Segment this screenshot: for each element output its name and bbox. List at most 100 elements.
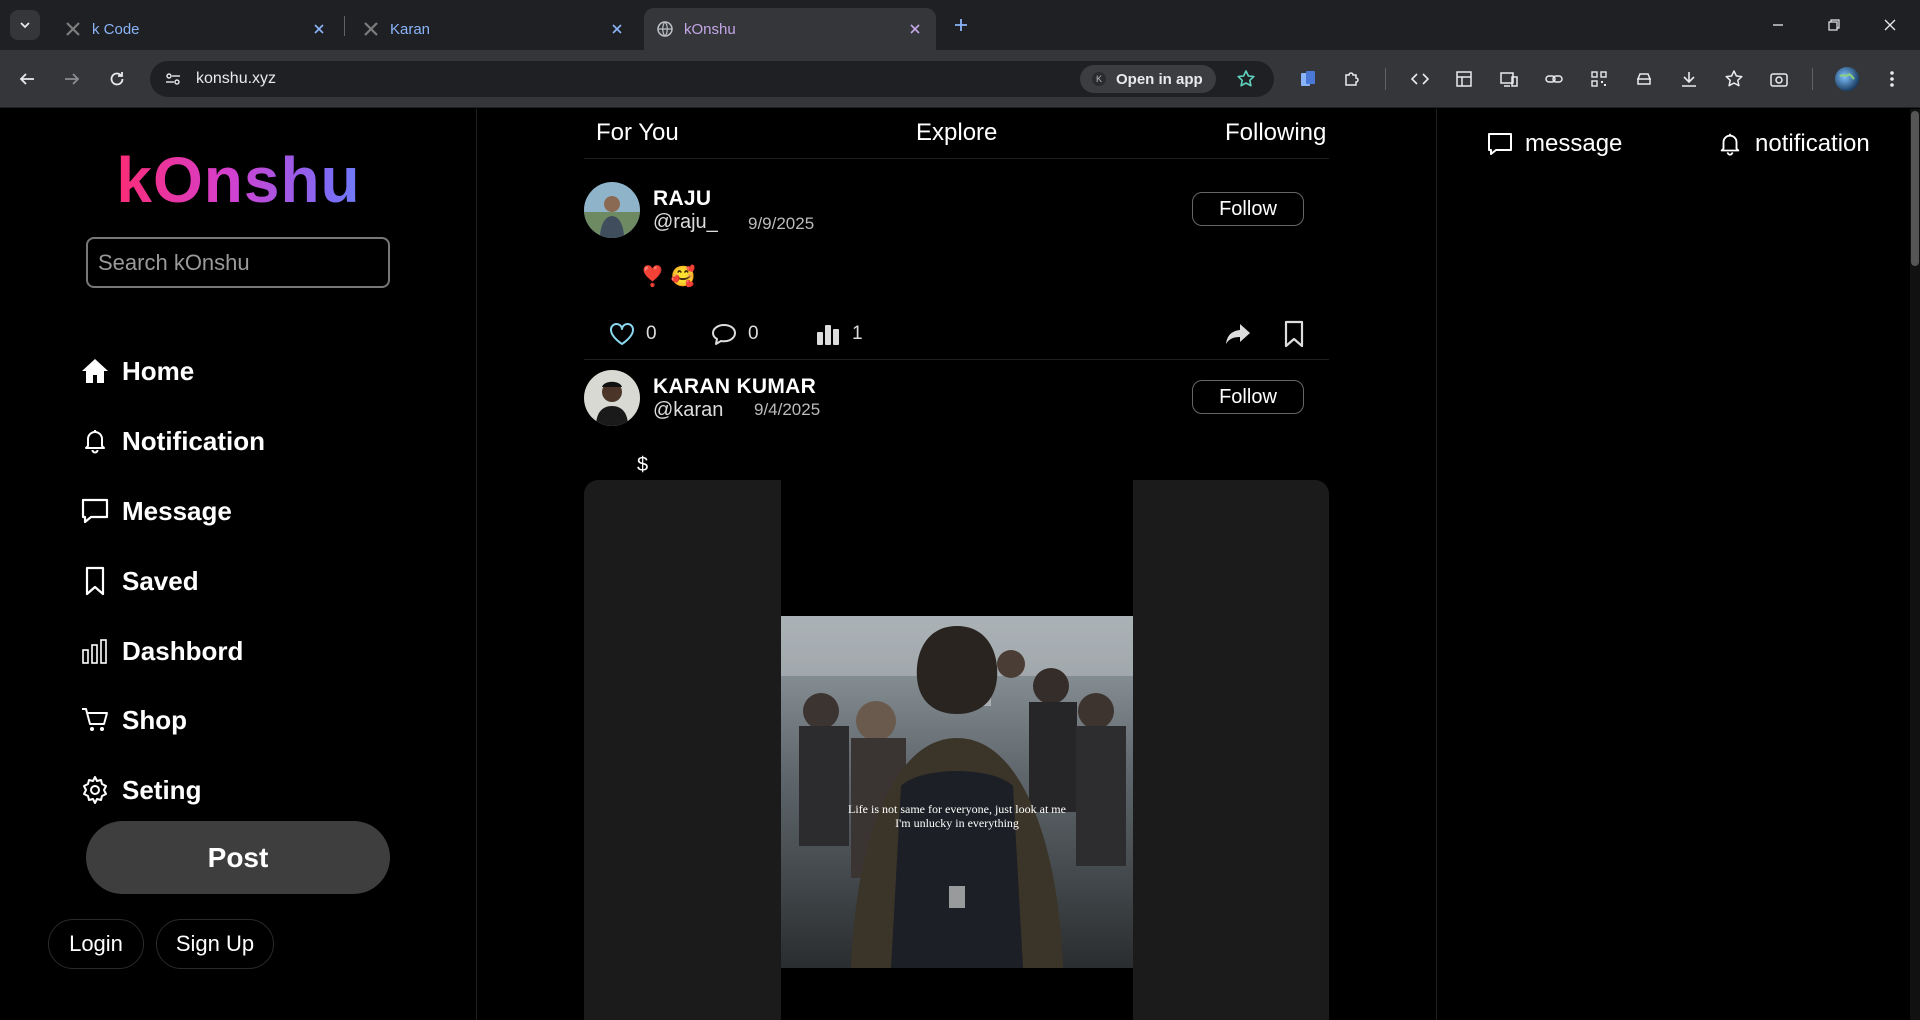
caption-line: Life is not same for everyone, just look… — [848, 802, 1066, 816]
share-button[interactable] — [1224, 320, 1262, 348]
tab-explore[interactable]: Explore — [916, 119, 997, 147]
profile-avatar-icon[interactable] — [1832, 64, 1862, 94]
login-button[interactable]: Login — [48, 919, 144, 969]
site-logo[interactable]: kOnshu — [0, 143, 477, 217]
link-icon[interactable] — [1542, 67, 1566, 91]
post-body: $ — [637, 454, 649, 476]
tab-for-you[interactable]: For You — [596, 119, 679, 147]
more-menu-icon[interactable] — [1880, 67, 1904, 91]
forward-button[interactable] — [57, 64, 87, 94]
close-icon — [1884, 19, 1896, 31]
nav-item-seting[interactable]: Seting — [78, 770, 201, 810]
favorites-star-icon[interactable] — [1722, 67, 1746, 91]
tab-following[interactable]: Following — [1225, 119, 1326, 147]
nav-item-notification[interactable]: Notification — [78, 421, 265, 461]
nav-label: Seting — [122, 774, 202, 805]
nav-item-saved[interactable]: Saved — [78, 561, 199, 601]
close-icon[interactable] — [608, 20, 626, 38]
code-x-icon — [362, 20, 380, 38]
post-author-name[interactable]: KARAN KUMAR — [653, 375, 816, 399]
layout-icon[interactable] — [1452, 67, 1476, 91]
url-text[interactable]: konshu.xyz — [196, 70, 276, 88]
site-settings-icon[interactable] — [162, 68, 184, 90]
page-scrollbar[interactable] — [1910, 109, 1920, 1020]
nav-item-dashbord[interactable]: Dashbord — [78, 631, 243, 671]
like-button[interactable]: 0 — [608, 320, 657, 348]
follow-button[interactable]: Follow — [1192, 380, 1304, 414]
tab-separator — [344, 16, 345, 36]
minimize-button[interactable] — [1750, 0, 1806, 50]
nav-label: Notification — [122, 425, 265, 456]
back-button[interactable] — [12, 64, 42, 94]
views-chart-icon — [814, 320, 842, 348]
post-author-name[interactable]: RAJU — [653, 187, 711, 211]
minimize-icon — [1773, 24, 1783, 26]
avatar[interactable] — [584, 182, 640, 238]
gear-icon — [78, 773, 112, 807]
reload-button[interactable] — [102, 64, 132, 94]
post-media-container: Life is not same for everyone, just look… — [584, 480, 1329, 1020]
nav-item-shop[interactable]: Shop — [78, 700, 187, 740]
responsive-devices-icon[interactable] — [1497, 67, 1521, 91]
bookmark-icon — [1280, 320, 1308, 348]
nav-label: Shop — [122, 704, 187, 735]
close-icon[interactable] — [310, 20, 328, 38]
feed-tabs: For You Explore Following — [584, 109, 1329, 159]
download-icon[interactable] — [1677, 67, 1701, 91]
home-icon — [78, 354, 112, 388]
page-content: kOnshu Home Notification Message Saved — [0, 109, 1920, 1020]
post-author-handle[interactable]: @raju_ — [653, 211, 718, 234]
avatar[interactable] — [584, 370, 640, 426]
tab-title: k Code — [92, 20, 140, 38]
heart-icon — [608, 320, 636, 348]
post-body: ❣️ 🥰 — [640, 266, 696, 288]
screenshot-icon[interactable] — [1767, 67, 1791, 91]
scrollbar-thumb[interactable] — [1911, 111, 1919, 266]
open-in-app-button[interactable]: K Open in app — [1080, 65, 1216, 93]
close-icon[interactable] — [906, 20, 924, 38]
restore-button[interactable] — [1806, 0, 1862, 50]
close-window-button[interactable] — [1862, 0, 1918, 50]
bell-icon — [78, 424, 112, 458]
post-date: 9/9/2025 — [748, 214, 815, 233]
right-notification-link[interactable]: notification — [1715, 129, 1870, 159]
browser-tab-konshu[interactable]: kOnshu — [644, 8, 936, 50]
nav-label: Message — [122, 495, 232, 526]
car-icon[interactable] — [1632, 67, 1656, 91]
message-icon — [1485, 129, 1515, 159]
nav-item-message[interactable]: Message — [78, 491, 232, 531]
code-x-icon — [64, 20, 82, 38]
search-input[interactable] — [86, 237, 390, 288]
post-image[interactable]: Life is not same for everyone, just look… — [781, 616, 1133, 968]
new-tab-button[interactable] — [948, 12, 974, 38]
caption-line: I'm unlucky in everything — [895, 816, 1019, 830]
views-stat[interactable]: 1 — [814, 320, 863, 348]
post-button[interactable]: Post — [86, 821, 390, 894]
reader-icon[interactable] — [1296, 67, 1320, 91]
bookmark-button[interactable] — [1280, 320, 1318, 348]
toolbar-divider — [1812, 68, 1813, 90]
message-icon — [78, 494, 112, 528]
devtools-code-icon[interactable] — [1408, 67, 1432, 91]
extensions-icon[interactable] — [1340, 67, 1364, 91]
arrow-left-icon — [19, 73, 34, 85]
share-icon — [1224, 320, 1252, 348]
image-caption: Life is not same for everyone, just look… — [781, 802, 1133, 830]
follow-button[interactable]: Follow — [1192, 192, 1304, 226]
post-author-handle[interactable]: @karan — [653, 399, 723, 422]
qr-code-icon[interactable] — [1587, 67, 1611, 91]
nav-item-home[interactable]: Home — [78, 351, 194, 391]
right-message-link[interactable]: message — [1485, 129, 1622, 159]
bookmark-star-icon[interactable] — [1234, 67, 1258, 91]
views-count: 1 — [852, 323, 863, 344]
signup-button[interactable]: Sign Up — [156, 919, 274, 969]
comment-button[interactable]: 0 — [710, 320, 759, 348]
browser-tab-karan[interactable]: Karan — [350, 8, 638, 50]
tab-search-button[interactable] — [10, 10, 40, 40]
browser-tab-k-code[interactable]: k Code — [52, 8, 340, 50]
bell-icon — [1715, 129, 1745, 159]
reload-icon — [110, 72, 124, 86]
address-bar[interactable]: konshu.xyz K Open in app — [150, 61, 1274, 97]
right-message-label: message — [1525, 130, 1623, 157]
globe-icon — [656, 20, 674, 38]
